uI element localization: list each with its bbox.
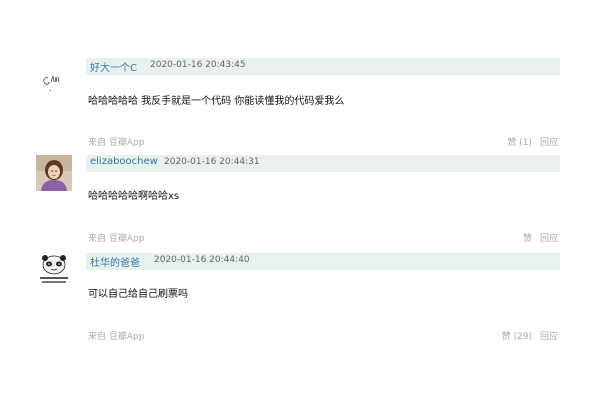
comment-content: 可以自己给自己刷票吗 xyxy=(88,289,188,300)
portrait-photo-icon xyxy=(36,155,72,191)
reply-button[interactable]: 回应 xyxy=(540,332,558,342)
comment-timestamp: 2020-01-16 20:43:45 xyxy=(150,60,246,70)
comment-header: 好大一个C 2020-01-16 20:43:45 xyxy=(86,58,560,75)
source-prefix: 来自 xyxy=(88,234,107,244)
comment-source: 来自 豆瓣App xyxy=(88,135,144,148)
handwritten-signature-icon xyxy=(43,75,60,92)
panda-meme-icon xyxy=(36,253,72,289)
comment-actions: 赞回应 xyxy=(523,231,558,244)
like-button[interactable]: 赞 (29) xyxy=(502,332,532,342)
comment-footer: 来自 豆瓣App 赞 (29) 回应 xyxy=(88,329,560,343)
source-app-link[interactable]: 豆瓣App xyxy=(109,138,145,148)
avatar[interactable] xyxy=(36,253,72,289)
comment-actions: 赞 (29) 回应 xyxy=(502,329,558,342)
source-prefix: 来自 xyxy=(88,332,107,342)
reply-button[interactable]: 回应 xyxy=(540,138,558,148)
comment-source: 来自 豆瓣App xyxy=(88,329,144,342)
source-prefix: 来自 xyxy=(88,138,107,148)
comment-source: 来自 豆瓣App xyxy=(88,231,144,244)
comment-footer: 来自 豆瓣App 赞 (1) 回应 xyxy=(88,135,560,149)
comment-timestamp: 2020-01-16 20:44:31 xyxy=(164,157,260,167)
comment-actions: 赞 (1) 回应 xyxy=(507,135,558,148)
username-link[interactable]: elizaboochew xyxy=(90,156,158,167)
avatar[interactable] xyxy=(36,64,72,100)
comment-content: 哈哈哈哈哈啊哈哈xs xyxy=(88,191,180,202)
source-app-link[interactable]: 豆瓣App xyxy=(109,332,145,342)
comment-header: 杜华的爸爸 2020-01-16 20:44:40 xyxy=(86,253,560,270)
comment-footer: 来自 豆瓣App 赞回应 xyxy=(88,231,560,245)
comment-list: 好大一个C 2020-01-16 20:43:45 哈哈哈哈哈 我反手就是一个代… xyxy=(0,0,600,400)
like-button[interactable]: 赞 (1) xyxy=(507,138,532,148)
avatar[interactable] xyxy=(36,155,72,191)
comment-header: elizaboochew 2020-01-16 20:44:31 xyxy=(86,155,560,172)
like-button[interactable]: 赞 xyxy=(523,234,532,244)
username-link[interactable]: 好大一个C xyxy=(90,59,137,74)
comment-content: 哈哈哈哈哈 我反手就是一个代码 你能读懂我的代码爱我么 xyxy=(88,96,345,107)
comment-timestamp: 2020-01-16 20:44:40 xyxy=(154,255,250,265)
username-link[interactable]: 杜华的爸爸 xyxy=(90,254,140,269)
reply-button[interactable]: 回应 xyxy=(540,234,558,244)
source-app-link[interactable]: 豆瓣App xyxy=(109,234,145,244)
